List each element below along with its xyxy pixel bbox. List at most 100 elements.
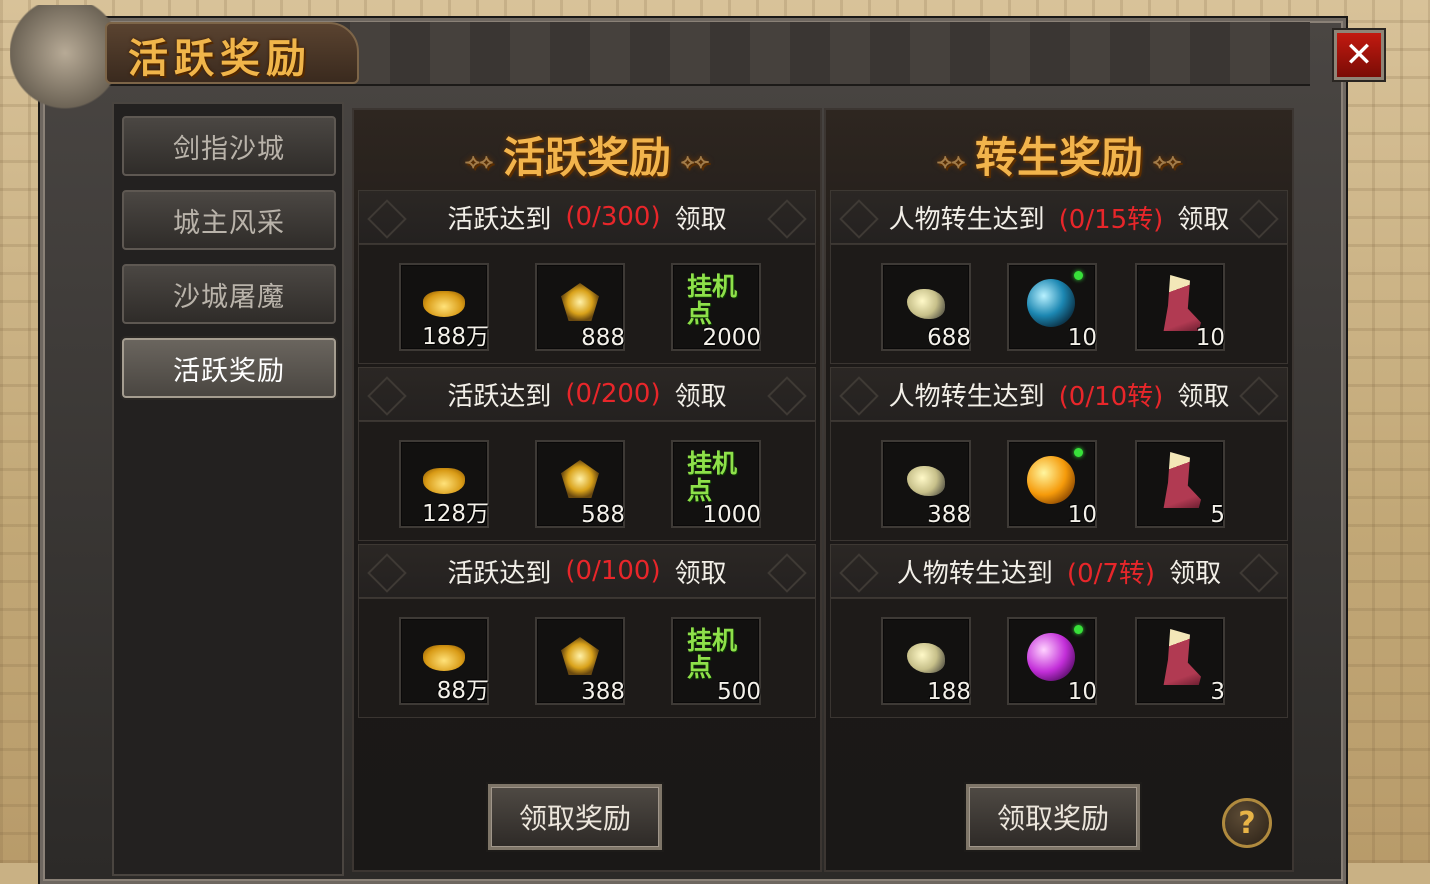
diamond-ornament-icon — [839, 376, 879, 416]
reward-slot[interactable]: 10 — [1007, 263, 1097, 351]
close-button[interactable]: ✕ — [1334, 30, 1384, 80]
tier-progress: (0/10转) — [1058, 381, 1164, 412]
tier-label: 人物转生达到 — [888, 204, 1045, 235]
dragon-ornament-icon — [10, 5, 120, 125]
tier-header: 人物转生达到 (0/10转) 领取 — [830, 367, 1288, 421]
reward-slot[interactable]: 388 — [535, 617, 625, 705]
tier-rewards: 88万 388 挂机点 500 — [358, 598, 816, 718]
tier-progress: (0/200) — [565, 379, 661, 409]
claim-activity-reward-button[interactable]: 领取奖励 — [488, 784, 662, 850]
reward-quantity: 688 — [927, 325, 971, 351]
tier-progress: (0/100) — [565, 556, 661, 586]
purple-orb-icon — [1027, 633, 1075, 681]
reward-slot[interactable]: 10 — [1007, 440, 1097, 528]
reward-quantity: 588 — [581, 502, 625, 528]
tier-header: 活跃达到 (0/100) 领取 — [358, 544, 816, 598]
help-button[interactable]: ? — [1222, 798, 1272, 848]
reward-quantity: 10 — [1067, 325, 1097, 351]
reward-slot[interactable]: 挂机点 1000 — [671, 440, 761, 528]
diamond-ornament-icon — [767, 199, 807, 239]
sidebar-item-activity-rewards[interactable]: 活跃奖励 — [122, 338, 336, 398]
tier-rewards: 188万 888 挂机点 2000 — [358, 244, 816, 364]
tier-claim-link[interactable]: 领取 — [675, 553, 727, 590]
reward-slot[interactable]: 10 — [1007, 617, 1097, 705]
medal-icon — [561, 637, 599, 675]
afk-points-icon: 挂机点 — [687, 626, 738, 682]
green-dot-icon — [1074, 448, 1083, 457]
reward-quantity: 128万 — [422, 501, 489, 527]
medal-icon — [561, 283, 599, 321]
tier-rewards: 388 10 5 — [830, 421, 1288, 541]
reward-slot[interactable]: 388 — [881, 440, 971, 528]
gold-ingot-icon — [423, 291, 465, 317]
tier-claim-link[interactable]: 领取 — [1177, 199, 1229, 236]
tier-label: 人物转生达到 — [888, 381, 1045, 412]
tier-header: 活跃达到 (0/200) 领取 — [358, 367, 816, 421]
claim-rebirth-reward-button[interactable]: 领取奖励 — [966, 784, 1140, 850]
gold-ingot-icon — [423, 468, 465, 494]
reward-quantity: 888 — [581, 325, 625, 351]
tier-label: 活跃达到 — [447, 381, 552, 412]
tier-header: 人物转生达到 (0/15转) 领取 — [830, 190, 1288, 244]
winged-boot-icon — [1163, 629, 1201, 685]
reward-quantity: 388 — [581, 679, 625, 705]
tier-claim-link[interactable]: 领取 — [1177, 376, 1229, 413]
window-title: 活跃奖励 — [128, 35, 312, 82]
tier-rewards: 688 10 10 — [830, 244, 1288, 364]
sidebar-item-demon-slaying[interactable]: 沙城屠魔 — [122, 264, 336, 324]
reward-quantity: 2000 — [702, 325, 761, 351]
reward-slot[interactable]: 5 — [1135, 440, 1225, 528]
diamond-ornament-icon — [767, 553, 807, 593]
close-icon: ✕ — [1344, 35, 1374, 75]
tier-claim-link[interactable]: 领取 — [675, 199, 727, 236]
afk-points-icon: 挂机点 — [687, 272, 738, 328]
diamond-ornament-icon — [1239, 376, 1279, 416]
ore-stone-icon — [907, 289, 945, 319]
tier-header: 活跃达到 (0/300) 领取 — [358, 190, 816, 244]
reward-slot[interactable]: 挂机点 2000 — [671, 263, 761, 351]
reward-slot[interactable]: 188 — [881, 617, 971, 705]
gold-orb-icon — [1027, 456, 1075, 504]
reward-slot[interactable]: 128万 — [399, 440, 489, 528]
reward-slot[interactable]: 588 — [535, 440, 625, 528]
winged-boot-icon — [1163, 452, 1201, 508]
ore-stone-icon — [907, 643, 945, 673]
reward-slot[interactable]: 188万 — [399, 263, 489, 351]
reward-quantity: 388 — [927, 502, 971, 528]
reward-slot[interactable]: 88万 — [399, 617, 489, 705]
reward-slot[interactable]: 688 — [881, 263, 971, 351]
winged-boot-icon — [1163, 275, 1201, 331]
rebirth-rewards-panel: ⟢⟡ 转生奖励 ⟡⟣ 人物转生达到 (0/15转) 领取 688 10 10 人物转生达到 (0/… — [824, 108, 1294, 872]
reward-slot[interactable]: 10 — [1135, 263, 1225, 351]
reward-slot[interactable]: 888 — [535, 263, 625, 351]
tier-rewards: 188 10 3 — [830, 598, 1288, 718]
tier-rewards: 128万 588 挂机点 1000 — [358, 421, 816, 541]
panel-title: ⟢⟡ 转生奖励 ⟡⟣ — [826, 124, 1292, 185]
reward-slot[interactable]: 挂机点 500 — [671, 617, 761, 705]
tier-label: 人物转生达到 — [896, 558, 1053, 589]
sidebar-item-sword-sand-city[interactable]: 剑指沙城 — [122, 116, 336, 176]
ornament-left-icon: ⟢⟡ — [464, 149, 493, 173]
panel-title-text: 活跃奖励 — [502, 133, 671, 182]
gold-ingot-icon — [423, 645, 465, 671]
sidebar-item-city-lord[interactable]: 城主风采 — [122, 190, 336, 250]
tier-claim-link[interactable]: 领取 — [1169, 553, 1221, 590]
tier-progress: (0/300) — [565, 202, 661, 232]
reward-slot[interactable]: 3 — [1135, 617, 1225, 705]
afk-points-icon: 挂机点 — [687, 449, 738, 505]
tier-label: 活跃达到 — [447, 558, 552, 589]
ore-stone-icon — [907, 466, 945, 496]
reward-quantity: 500 — [717, 679, 761, 705]
diamond-ornament-icon — [367, 376, 407, 416]
ornament-left-icon: ⟢⟡ — [936, 149, 965, 173]
medal-icon — [561, 460, 599, 498]
diamond-ornament-icon — [367, 553, 407, 593]
reward-quantity: 10 — [1067, 679, 1097, 705]
ornament-right-icon: ⟡⟣ — [681, 149, 710, 173]
reward-quantity: 3 — [1210, 679, 1225, 705]
reward-quantity: 88万 — [436, 678, 489, 704]
tier-claim-link[interactable]: 领取 — [675, 376, 727, 413]
tier-header: 人物转生达到 (0/7转) 领取 — [830, 544, 1288, 598]
diamond-ornament-icon — [1239, 199, 1279, 239]
reward-quantity: 5 — [1210, 502, 1225, 528]
